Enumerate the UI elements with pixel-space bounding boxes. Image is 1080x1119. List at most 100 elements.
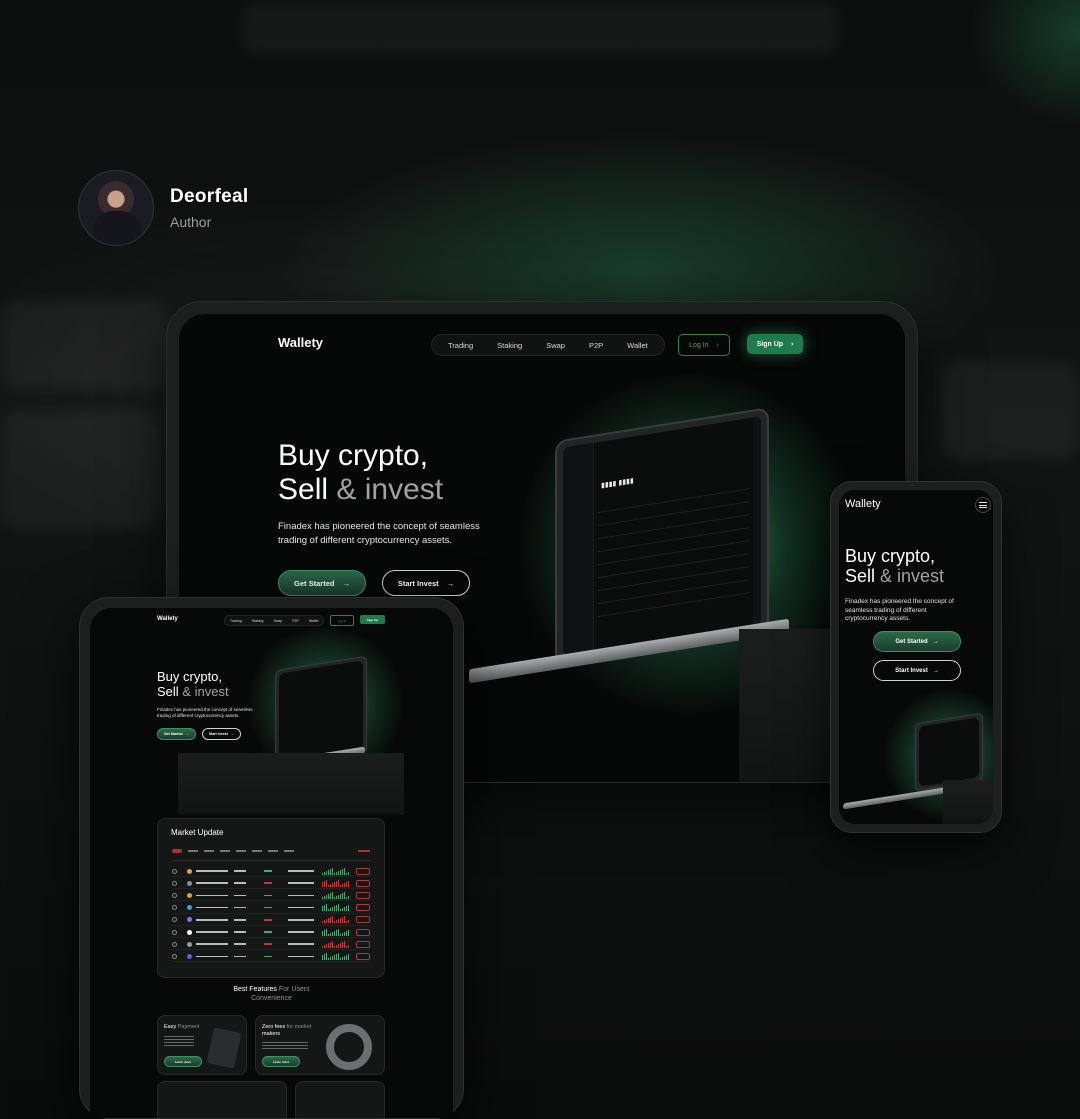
market-cap (288, 882, 314, 884)
trade-button[interactable] (356, 940, 370, 948)
arrow-right-icon: → (932, 638, 939, 645)
nav-p2p[interactable]: P2P (577, 341, 615, 350)
nav-staking[interactable]: Staking (485, 341, 534, 350)
market-cap (288, 894, 314, 897)
feature-card-easy-payment: Easy Payment Learn more (157, 1015, 247, 1075)
arrow-right-icon: → (230, 732, 235, 736)
star-icon[interactable] (172, 917, 177, 923)
arrow-right-icon: → (185, 732, 190, 736)
laptop-balance: ▮▮▮▮ ▮▮▮▮ (601, 477, 634, 490)
star-icon[interactable] (172, 892, 177, 898)
trade-button[interactable] (356, 904, 370, 912)
tablet-nav-swap[interactable]: Swap (268, 619, 287, 623)
phone-start-invest-button[interactable]: Start Invest → (873, 660, 961, 681)
features-title-part3: Convenience (251, 995, 292, 1002)
feature-card-4 (295, 1081, 385, 1118)
tablet-screen: Wallety Trading Staking Swap P2P Wallet … (90, 608, 453, 1118)
signup-button[interactable]: Sign Up › (747, 334, 803, 354)
get-started-button[interactable]: Get Started → (278, 570, 366, 596)
site-logo[interactable]: Wallety (278, 335, 323, 350)
market-see-all[interactable] (358, 850, 370, 852)
sparkline (322, 879, 349, 887)
chevron-right-icon: › (791, 340, 794, 348)
phone-hero-title: Buy crypto, Sell & invest (845, 546, 944, 586)
tablet-hero-sub-line2: trading of different cryptocurrency asse… (157, 713, 240, 718)
tablet-laptop-screen (279, 660, 363, 763)
tablet-logo[interactable]: Wallety (157, 616, 178, 622)
star-icon[interactable] (172, 880, 177, 886)
feature2-title-c: makers (262, 1031, 281, 1037)
trade-button[interactable] (356, 891, 370, 899)
sparkline (322, 891, 349, 899)
market-tab-active[interactable] (172, 849, 182, 853)
phone-logo[interactable]: Wallety (845, 498, 881, 510)
hamburger-menu-icon[interactable] (975, 497, 991, 513)
price (234, 931, 246, 933)
coin-icon (187, 892, 192, 898)
star-icon[interactable] (172, 905, 177, 911)
coin-icon (187, 941, 192, 947)
phone-get-started-button[interactable]: Get Started → (873, 631, 961, 652)
price (234, 906, 246, 909)
nav-trading[interactable]: Trading (436, 341, 485, 350)
market-tabs (188, 850, 298, 852)
price (234, 919, 246, 921)
trade-button[interactable] (356, 916, 370, 924)
login-button[interactable]: Log In › (678, 334, 730, 356)
feature1-description (164, 1036, 194, 1046)
coin-icon (187, 868, 192, 874)
market-update-title: Market Update (171, 828, 224, 837)
phone-hero-sub-line3: cryptocurrency assets. (845, 615, 911, 622)
price (234, 955, 246, 958)
card-illustration (206, 1027, 242, 1069)
star-icon[interactable] (172, 929, 177, 935)
get-started-label: Get Started (294, 578, 335, 588)
nav-wallet[interactable]: Wallet (615, 341, 660, 350)
coin-icon (187, 880, 192, 886)
trade-button[interactable] (356, 879, 370, 887)
market-cap (288, 906, 314, 909)
phone-hero-sub-line2: seamless trading of different (845, 606, 927, 614)
tablet-start-invest-button[interactable]: Start Invest → (202, 728, 241, 740)
coin-icon (187, 929, 192, 935)
star-icon[interactable] (172, 953, 177, 959)
hero-title: Buy crypto, Sell & invest (278, 439, 443, 506)
coin-icon (187, 917, 192, 923)
tablet-hero-line1: Buy crypto, (157, 669, 223, 684)
coin-icon (187, 905, 192, 911)
feature2-title-b: for market (286, 1024, 312, 1030)
trade-button[interactable] (356, 952, 370, 960)
blurred-bg-block (0, 410, 160, 530)
nav-swap[interactable]: Swap (534, 341, 577, 350)
phone-hero-sub-line1: Finadex has pioneered the concept of (845, 598, 954, 605)
tablet-pedestal (178, 753, 404, 815)
laptop-screen: ▮▮▮▮ ▮▮▮▮ (563, 416, 761, 656)
sparkline (322, 867, 349, 875)
sparkline (322, 952, 349, 960)
trade-button[interactable] (356, 928, 370, 936)
change (264, 906, 272, 909)
tablet-signup-button[interactable]: Sign Up (360, 615, 385, 624)
feature2-learn-more[interactable]: Learn more (262, 1056, 300, 1067)
star-icon[interactable] (172, 941, 177, 947)
tablet-nav-trading[interactable]: Trading (225, 619, 247, 623)
blurred-header-bg (240, 0, 840, 55)
feature1-learn-more[interactable]: Learn more (164, 1056, 202, 1067)
tablet-get-started-button[interactable]: Get Started → (157, 728, 196, 740)
phone-get-started-label: Get Started (895, 638, 928, 645)
tablet-nav-wallet[interactable]: Wallet (304, 619, 324, 623)
trade-button[interactable] (356, 867, 370, 875)
tablet-nav-p2p[interactable]: P2P (287, 619, 304, 623)
author-block: Deorfeal Author (78, 170, 248, 246)
tablet-login-button[interactable]: Log In (330, 615, 354, 626)
star-icon[interactable] (172, 868, 177, 874)
tablet-nav-staking[interactable]: Staking (247, 619, 269, 623)
laptop-rightbar (753, 416, 761, 626)
features-title-part1: Best Features (233, 986, 277, 993)
change (264, 931, 272, 933)
phone-hero-line1: Buy crypto, (845, 546, 936, 566)
feature2-description (262, 1042, 308, 1050)
coin-name (196, 894, 228, 897)
author-role: Author (170, 214, 212, 230)
change (264, 882, 272, 884)
